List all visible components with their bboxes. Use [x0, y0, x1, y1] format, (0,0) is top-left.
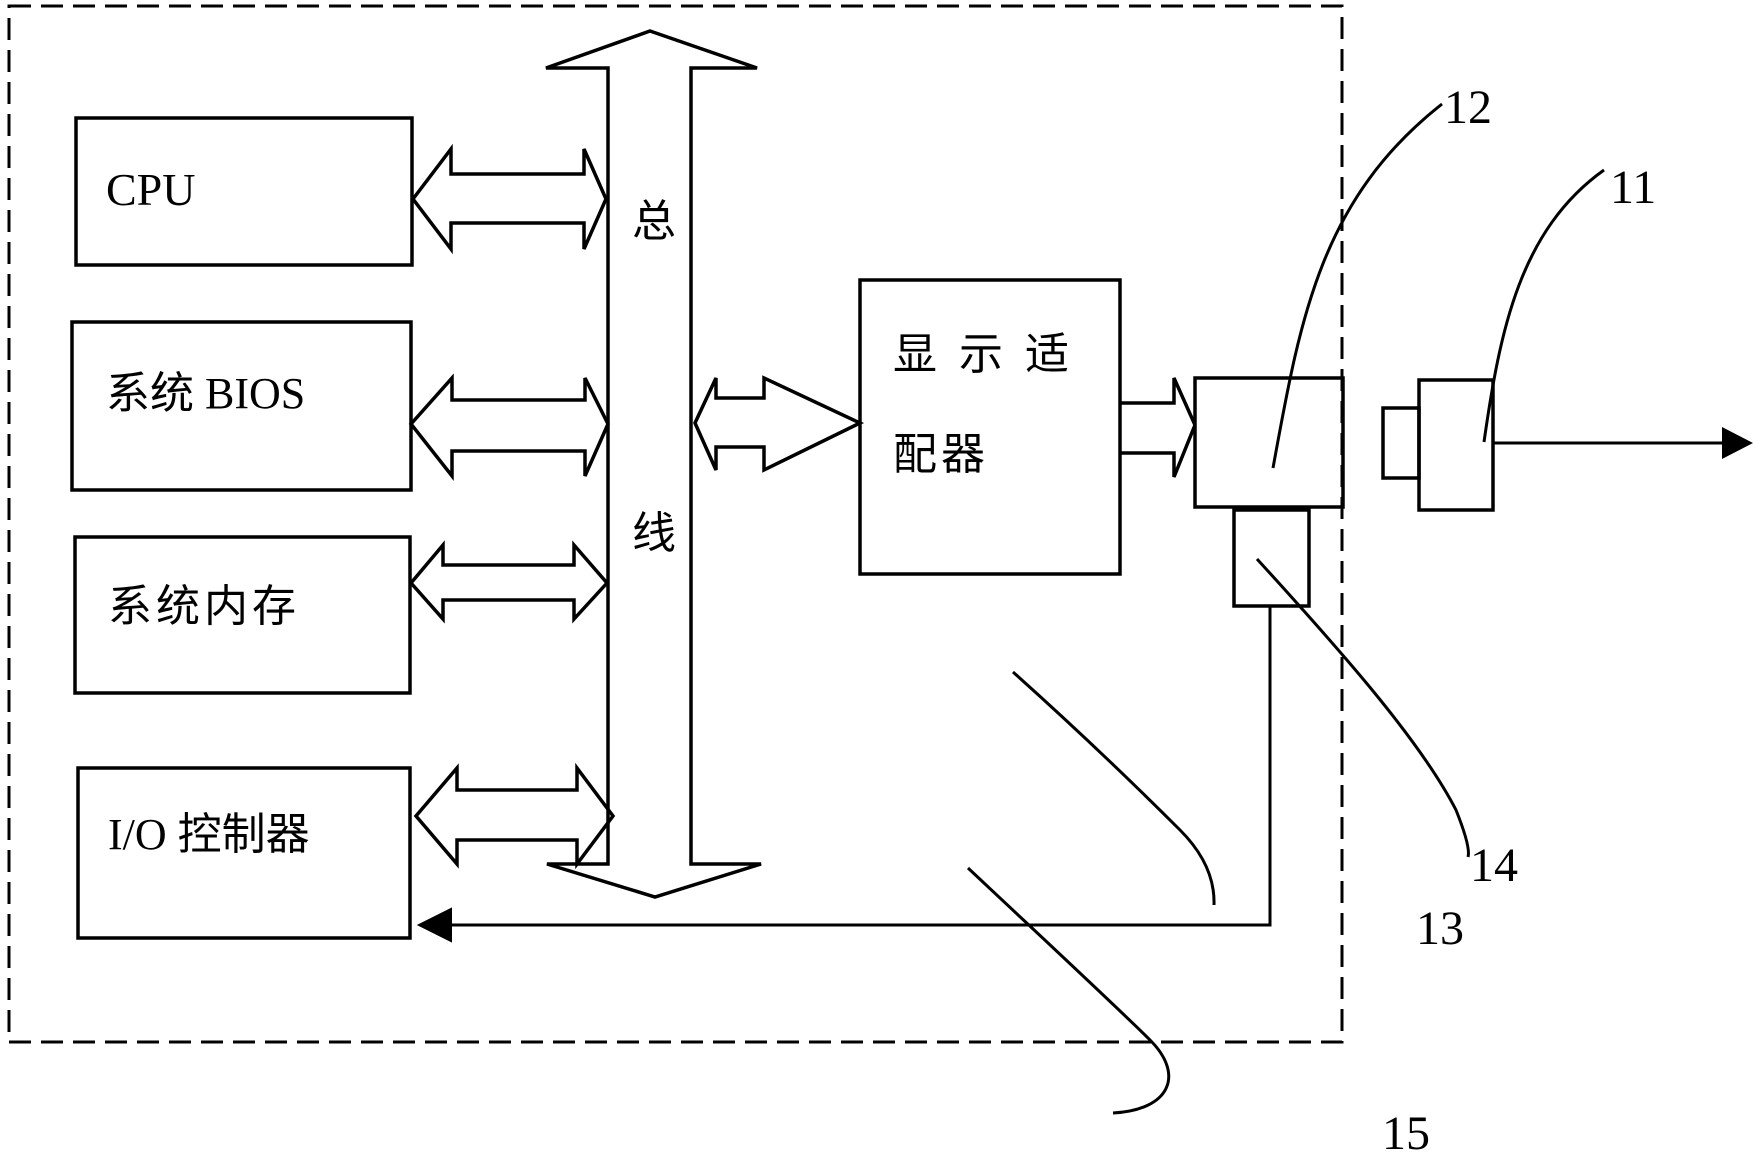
io-controller-label: I/O 控制器 [108, 810, 310, 859]
adapter-output-arrow-bottom [1120, 424, 1197, 478]
bus-label-char-1: 总 [632, 196, 676, 247]
leader-line-11 [1482, 168, 1605, 443]
leader-line-12 [1271, 102, 1443, 469]
plug-11-body [1417, 378, 1495, 512]
bios-bus-double-arrow [408, 373, 610, 482]
ref-numeral-11: 11 [1610, 161, 1657, 214]
adapter-output-arrow-top [1120, 377, 1197, 426]
adapter-bus-double-arrow [693, 375, 865, 473]
plug-11-tab [1381, 406, 1421, 480]
leader-line-15 [966, 866, 1171, 1115]
plug-output-arrowhead [1722, 427, 1753, 459]
cpu-label: CPU [106, 164, 196, 215]
leader-line-13 [1011, 670, 1216, 906]
memory-label: 系统内存 [108, 581, 300, 632]
ref-numeral-15: 15 [1382, 1107, 1430, 1160]
signal-line-15 [450, 606, 1272, 927]
bios-label: 系统 BIOS [106, 369, 306, 418]
display-adapter-label-line-1: 显 示 适 [893, 329, 1073, 380]
ref-numeral-12: 12 [1444, 81, 1492, 134]
io-bus-double-arrow [413, 762, 616, 870]
leader-line-14 [1255, 557, 1470, 858]
memory-bus-double-arrow [408, 540, 610, 624]
bus-label-char-2: 线 [632, 508, 676, 559]
detector-14-block [1232, 508, 1311, 608]
signal-line-arrowhead [416, 907, 452, 943]
display-adapter-block [858, 278, 1122, 576]
ref-numeral-14: 14 [1470, 839, 1518, 892]
display-adapter-label-line-2: 配器 [893, 429, 989, 480]
ref-numeral-13: 13 [1416, 902, 1464, 955]
socket-12-block [1193, 376, 1345, 509]
cpu-bus-double-arrow [410, 143, 608, 255]
